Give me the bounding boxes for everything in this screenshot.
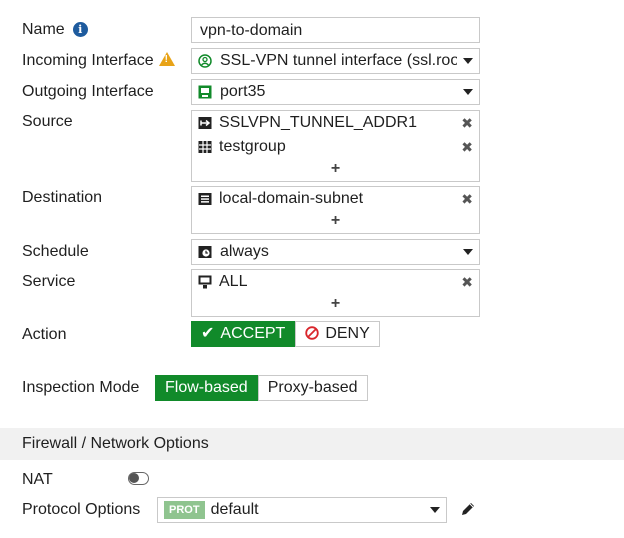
- action-label: Action: [22, 326, 67, 343]
- protocol-options-select[interactable]: PROT default: [157, 497, 447, 523]
- close-icon[interactable]: ✖: [461, 140, 473, 154]
- section-title: Firewall / Network Options: [22, 435, 209, 452]
- close-icon[interactable]: ✖: [461, 275, 473, 289]
- name-input[interactable]: vpn-to-domain: [191, 17, 480, 43]
- list-item[interactable]: testgroup ✖: [192, 135, 479, 159]
- warning-icon: [158, 52, 175, 66]
- name-label: Name i: [22, 21, 88, 39]
- info-icon[interactable]: i: [72, 22, 88, 37]
- prot-badge: PROT: [164, 501, 205, 519]
- list-item[interactable]: local-domain-subnet ✖: [192, 187, 479, 211]
- port-icon: [198, 85, 212, 99]
- service-label: Service: [22, 273, 76, 290]
- schedule-select[interactable]: always: [191, 239, 480, 265]
- service-field[interactable]: ALL ✖ +: [191, 269, 480, 317]
- incoming-interface-select[interactable]: SSL-VPN tunnel interface (ssl.roo: [191, 48, 480, 74]
- close-icon[interactable]: ✖: [461, 116, 473, 130]
- deny-icon: [305, 326, 320, 340]
- nat-label: NAT: [22, 471, 53, 488]
- incoming-interface-value: SSL-VPN tunnel interface (ssl.roo: [220, 52, 457, 69]
- tunnel-address-icon: [198, 117, 212, 129]
- protocol-options-label: Protocol Options: [22, 501, 141, 518]
- outgoing-interface-label: Outgoing Interface: [22, 83, 154, 100]
- inspection-mode-toggle: Flow-based Proxy-based: [155, 375, 368, 401]
- deny-button[interactable]: DENY: [295, 321, 380, 347]
- check-icon: ✔: [201, 325, 215, 342]
- nat-toggle[interactable]: [128, 472, 149, 485]
- list-item[interactable]: SSLVPN_TUNNEL_ADDR1 ✖: [192, 111, 479, 135]
- source-field[interactable]: SSLVPN_TUNNEL_ADDR1 ✖ testgroup ✖ +: [191, 110, 480, 182]
- clock-icon: [198, 246, 212, 258]
- outgoing-interface-select[interactable]: port35: [191, 79, 480, 105]
- chevron-down-icon[interactable]: [463, 249, 473, 255]
- address-icon: [198, 193, 212, 205]
- source-label: Source: [22, 113, 73, 130]
- ssl-tunnel-icon: [198, 54, 212, 68]
- address-group-icon: [198, 141, 212, 153]
- protocol-options-value: default: [210, 501, 259, 518]
- flow-based-button[interactable]: Flow-based: [155, 375, 258, 401]
- pencil-icon[interactable]: [459, 500, 477, 518]
- destination-field[interactable]: local-domain-subnet ✖ +: [191, 186, 480, 234]
- action-toggle: ✔ ACCEPT DENY: [191, 321, 380, 347]
- incoming-interface-label: Incoming Interface: [22, 52, 175, 70]
- outgoing-interface-value: port35: [220, 83, 266, 100]
- service-item-label: ALL: [219, 273, 248, 290]
- source-item-label: SSLVPN_TUNNEL_ADDR1: [219, 114, 417, 131]
- destination-label: Destination: [22, 189, 103, 206]
- chevron-down-icon[interactable]: [430, 507, 440, 513]
- inspection-mode-label: Inspection Mode: [22, 379, 140, 396]
- accept-button[interactable]: ✔ ACCEPT: [191, 321, 296, 347]
- close-icon[interactable]: ✖: [461, 192, 473, 206]
- add-source-button[interactable]: +: [192, 159, 479, 181]
- schedule-value: always: [220, 243, 269, 260]
- destination-item-label: local-domain-subnet: [219, 190, 364, 207]
- service-icon: [198, 275, 212, 289]
- proxy-based-button[interactable]: Proxy-based: [257, 375, 368, 401]
- chevron-down-icon[interactable]: [463, 58, 473, 64]
- source-item-label: testgroup: [219, 138, 286, 155]
- add-destination-button[interactable]: +: [192, 211, 479, 233]
- add-service-button[interactable]: +: [192, 294, 479, 316]
- list-item[interactable]: ALL ✖: [192, 270, 479, 294]
- schedule-label: Schedule: [22, 243, 89, 260]
- chevron-down-icon[interactable]: [463, 89, 473, 95]
- toggle-knob: [129, 473, 139, 483]
